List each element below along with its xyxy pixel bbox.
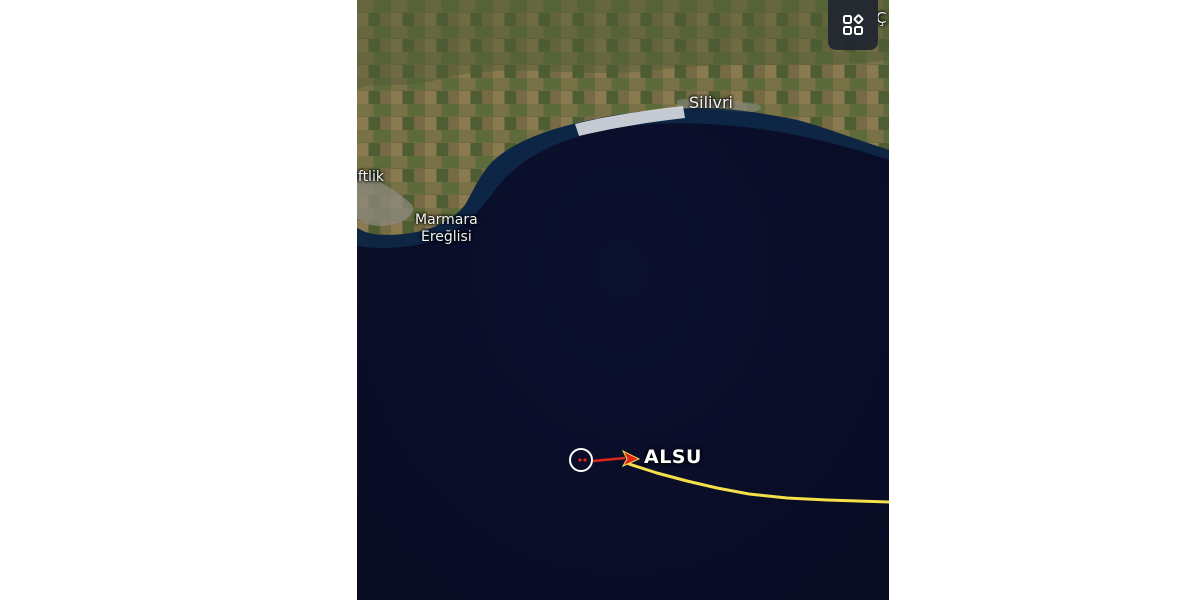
layers-button[interactable] xyxy=(828,0,878,50)
place-label-line: Ereğlisi xyxy=(420,229,472,245)
map-viewport[interactable]: Silivri iftlik Marmara Ereğlisi Ç ALSU xyxy=(357,0,889,600)
place-label-silivri: Silivri xyxy=(689,93,733,112)
place-label-marmara-ereglisi: Marmara Ereğlisi xyxy=(415,212,478,246)
vessel-name-label[interactable]: ALSU xyxy=(644,446,702,468)
position-dot xyxy=(578,458,582,462)
layers-grid-icon xyxy=(843,14,864,35)
place-label-ciftlik: iftlik xyxy=(357,169,384,185)
map-canvas[interactable] xyxy=(357,0,889,600)
place-label-line: Marmara xyxy=(415,212,478,228)
position-dot xyxy=(583,458,587,462)
